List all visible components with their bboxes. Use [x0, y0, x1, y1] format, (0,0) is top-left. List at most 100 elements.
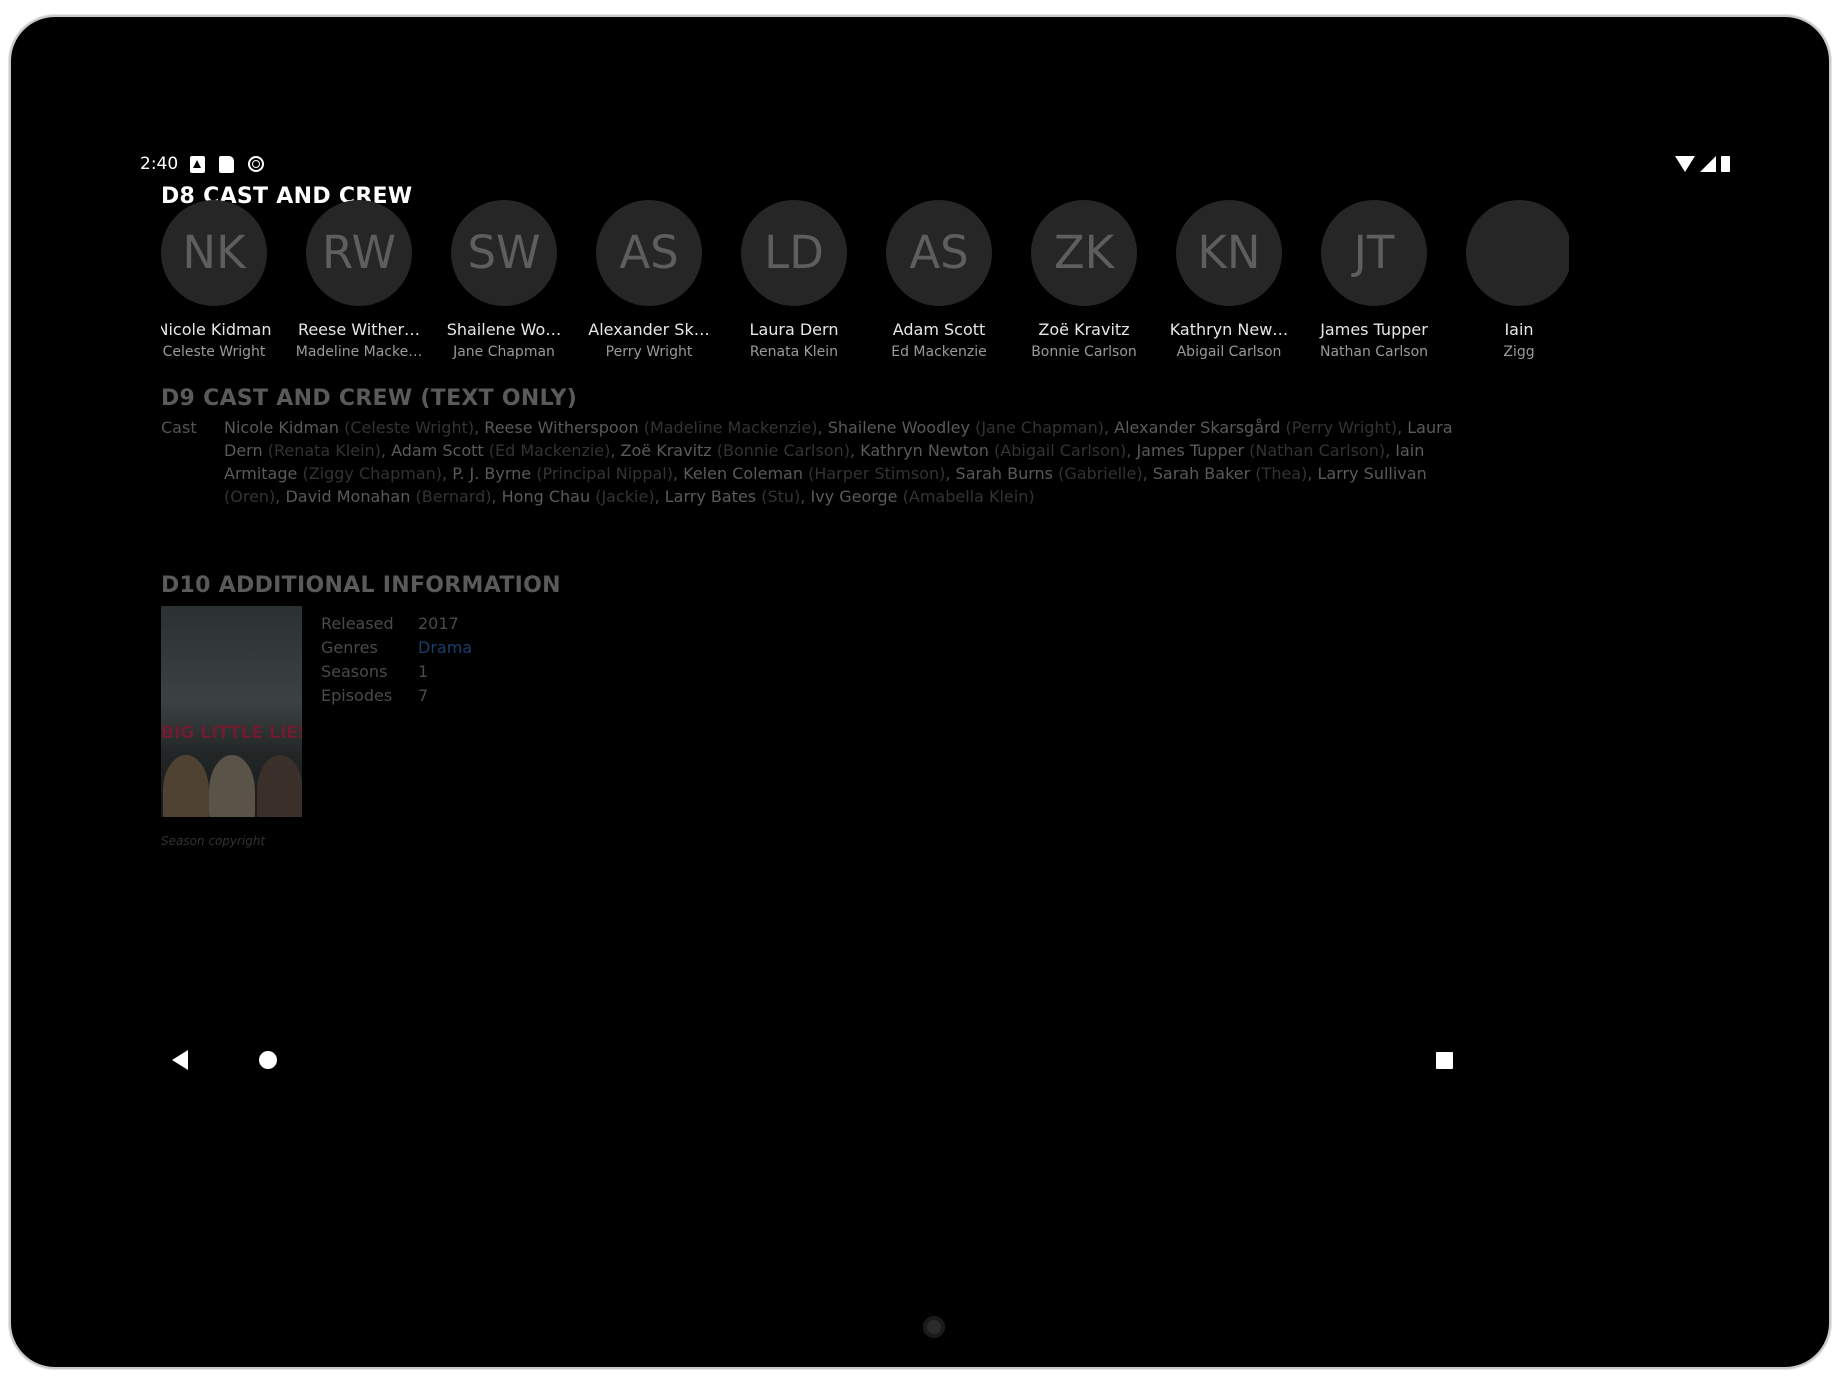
cast-item[interactable]: AS Adam Scott Ed Mackenzie — [866, 200, 1012, 360]
cast-text-name[interactable]: Reese Witherspoon — [484, 418, 638, 437]
cast-text-name[interactable]: Sarah Burns — [956, 464, 1053, 483]
battery-icon — [1721, 156, 1730, 172]
status-system-icons — [1675, 156, 1730, 172]
cast-text-name[interactable]: Kelen Coleman — [683, 464, 803, 483]
avatar: KN — [1176, 200, 1282, 306]
cast-role: Ed Mackenzie — [891, 344, 987, 360]
cast-text-role: (Oren) — [224, 487, 276, 506]
avatar: AS — [596, 200, 702, 306]
cast-text-role: (Harper Stimson) — [808, 464, 946, 483]
navigation-bar — [130, 1034, 1740, 1084]
cast-text-role: (Abigail Carlson) — [994, 441, 1127, 460]
cast-text-label: Cast — [161, 418, 197, 437]
screen: 2:40 D8 CAST AND CREW NK Nicole Kidman Cel… — [130, 136, 1740, 1278]
avatar: SW — [451, 200, 557, 306]
cast-text-role: (Ziggy Chapman) — [302, 464, 443, 483]
cast-item[interactable]: Iain Zigg — [1446, 200, 1569, 360]
info-value: 7 — [418, 686, 429, 705]
back-icon[interactable] — [172, 1050, 188, 1070]
cast-text-title: D9 CAST AND CREW (TEXT ONLY) — [161, 386, 578, 411]
cast-text-role: (Bernard) — [415, 487, 492, 506]
status-bar: 2:40 — [140, 152, 1730, 178]
cast-name: Adam Scott — [892, 320, 986, 339]
sd-card-icon — [219, 156, 234, 173]
cast-text-role: (Amabella Klein) — [902, 487, 1035, 506]
avatar: NK — [161, 200, 267, 306]
cast-text-role: (Madeline Mackenzie) — [643, 418, 818, 437]
cast-text-name[interactable]: Larry Bates — [665, 487, 756, 506]
cast-item[interactable]: SW Shailene Wo… Jane Chapman — [431, 200, 577, 360]
cast-name: Kathryn New… — [1169, 320, 1289, 339]
cast-text-role: (Stu) — [761, 487, 801, 506]
cast-item[interactable]: RW Reese Wither… Madeline Macke… — [286, 200, 432, 360]
info-value: 1 — [418, 662, 429, 681]
cast-text-role: (Jackie) — [595, 487, 655, 506]
cast-text-role: (Renata Klein) — [267, 441, 381, 460]
cast-carousel[interactable]: NK Nicole Kidman Celeste Wright RW Reese Wit… — [161, 200, 1569, 360]
front-camera — [923, 1316, 945, 1338]
cast-name: Alexander Sk… — [588, 320, 710, 339]
cast-text-name[interactable]: P. J. Byrne — [452, 464, 531, 483]
tablet-frame: 2:40 D8 CAST AND CREW NK Nicole Kidman Cel… — [11, 17, 1829, 1367]
info-label: Genres — [321, 638, 378, 657]
photo-icon — [190, 156, 205, 173]
status-notification-icons — [190, 156, 264, 173]
cast-text-role: (Celeste Wright) — [344, 418, 475, 437]
status-time: 2:40 — [140, 154, 179, 174]
cast-item[interactable]: JT James Tupper Nathan Carlson — [1301, 200, 1447, 360]
cast-text-name[interactable]: Shailene Woodley — [828, 418, 970, 437]
cast-text-name[interactable]: Ivy George — [810, 487, 897, 506]
cast-text-name[interactable]: James Tupper — [1136, 441, 1244, 460]
cast-role: Jane Chapman — [453, 344, 555, 360]
info-label: Episodes — [321, 686, 393, 705]
home-icon[interactable] — [259, 1051, 277, 1069]
cast-text-role: (Bonnie Carlson) — [716, 441, 850, 460]
additional-info-title: D10 ADDITIONAL INFORMATION — [161, 573, 561, 598]
cast-name: Zoë Kravitz — [1038, 320, 1130, 339]
avatar: ZK — [1031, 200, 1137, 306]
cast-item[interactable]: ZK Zoë Kravitz Bonnie Carlson — [1011, 200, 1157, 360]
cast-name: James Tupper — [1320, 320, 1428, 339]
cast-name: Reese Wither… — [297, 320, 421, 339]
cast-role: Celeste Wright — [162, 344, 266, 360]
cast-name: Iain — [1504, 320, 1534, 339]
cast-text-role: (Gabrielle) — [1058, 464, 1143, 483]
cell-signal-icon — [1700, 156, 1716, 172]
cast-text-name[interactable]: Kathryn Newton — [860, 441, 989, 460]
info-value: 2017 — [418, 614, 459, 633]
cast-text-name[interactable]: Sarah Baker — [1153, 464, 1250, 483]
cast-text-role: (Nathan Carlson) — [1249, 441, 1386, 460]
cast-role: Madeline Macke… — [295, 344, 423, 360]
recents-icon[interactable] — [1436, 1052, 1453, 1069]
cast-text-role: (Thea) — [1255, 464, 1308, 483]
poster-face — [163, 755, 209, 817]
cast-text-role: (Jane Chapman) — [975, 418, 1104, 437]
cast-text-name[interactable]: Zoë Kravitz — [621, 441, 712, 460]
info-label: Seasons — [321, 662, 388, 681]
cast-text-name[interactable]: Adam Scott — [391, 441, 484, 460]
cast-text-list: Nicole Kidman (Celeste Wright), Reese Wi… — [224, 418, 1453, 506]
cast-item[interactable]: NK Nicole Kidman Celeste Wright — [161, 200, 287, 360]
avatar: JT — [1321, 200, 1427, 306]
sync-icon — [248, 156, 264, 172]
avatar — [1466, 200, 1569, 306]
cast-text-name[interactable]: Alexander Skarsgård — [1114, 418, 1280, 437]
cast-item[interactable]: KN Kathryn New… Abigail Carlson — [1156, 200, 1302, 360]
genre-link[interactable]: Drama — [418, 638, 472, 657]
cast-item[interactable]: LD Laura Dern Renata Klein — [721, 200, 867, 360]
cast-name: Nicole Kidman — [161, 320, 272, 339]
cast-item[interactable]: AS Alexander Sk… Perry Wright — [576, 200, 722, 360]
cast-name: Laura Dern — [749, 320, 839, 339]
cast-text-name[interactable]: Nicole Kidman — [224, 418, 339, 437]
avatar: RW — [306, 200, 412, 306]
cast-role: Abigail Carlson — [1176, 344, 1282, 360]
cast-text-name[interactable]: Hong Chau — [502, 487, 590, 506]
cast-name: Shailene Wo… — [446, 320, 562, 339]
season-poster[interactable]: BIG LITTLE LIES — [161, 606, 302, 817]
wifi-icon — [1675, 156, 1695, 172]
cast-text-name[interactable]: David Monahan — [285, 487, 410, 506]
cast-text-name[interactable]: Larry Sullivan — [1318, 464, 1427, 483]
avatar: AS — [886, 200, 992, 306]
info-label: Released — [321, 614, 394, 633]
cast-role: Nathan Carlson — [1319, 344, 1429, 360]
